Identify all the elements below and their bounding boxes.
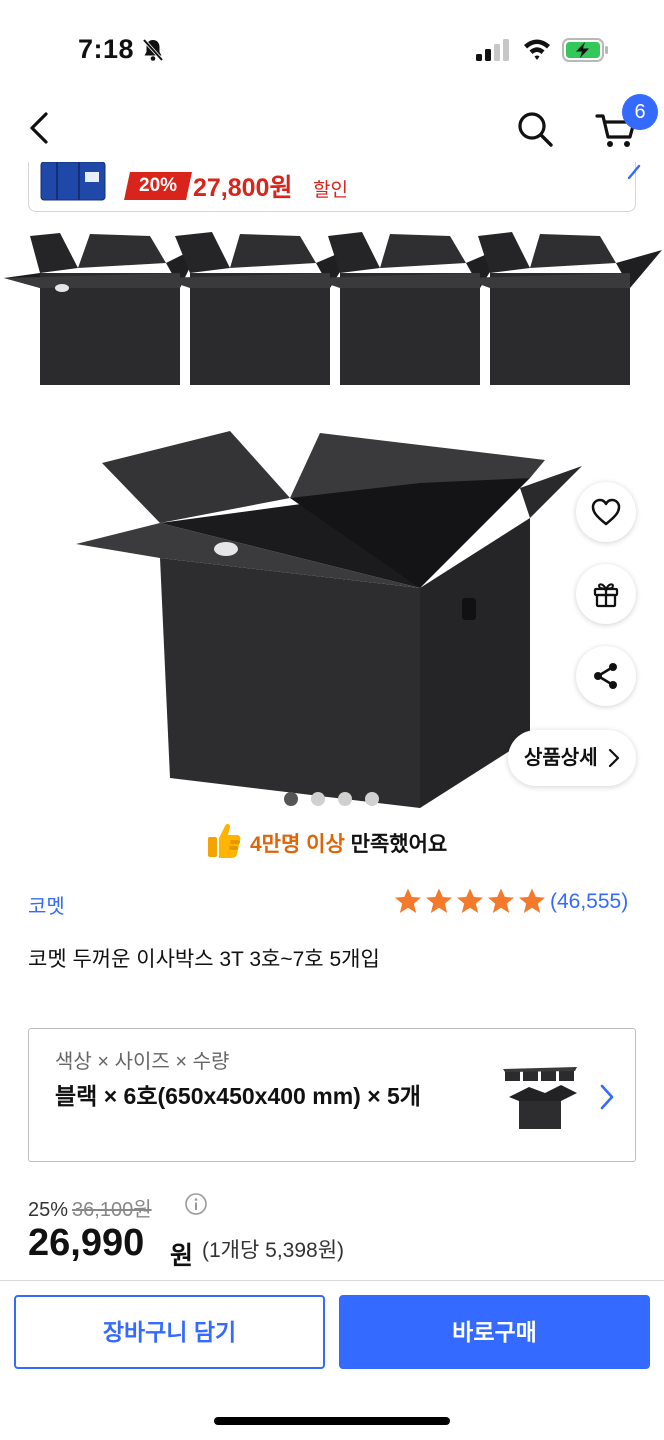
original-price: 36,100원 [72, 1199, 152, 1221]
product-image-gallery[interactable] [0, 218, 664, 818]
thumbs-up-icon [208, 823, 241, 858]
gallery-dot-3[interactable] [338, 792, 352, 806]
product-detail-button[interactable]: 상품상세 [508, 730, 636, 786]
option-thumbnail [503, 1067, 577, 1129]
gallery-dot-4[interactable] [365, 792, 379, 806]
option-value: 블랙 × 6호(650x450x400 mm) × 5개 [55, 1083, 421, 1109]
cart-count-badge: 6 [622, 94, 658, 130]
chevron-right-icon [600, 1084, 614, 1110]
nav-bar: 6 [0, 94, 664, 162]
chevron-left-icon[interactable] [24, 110, 56, 146]
signal-icon [476, 39, 509, 61]
option-label: 색상 × 사이즈 × 수량 [55, 1051, 230, 1073]
option-selector[interactable]: 색상 × 사이즈 × 수량 블랙 × 6호(650x450x400 mm) × … [28, 1028, 636, 1162]
star-icon [395, 888, 421, 913]
star-icon [519, 888, 545, 913]
gift-icon [593, 583, 619, 608]
gallery-dot-1[interactable] [284, 792, 298, 806]
chevron-right-icon [608, 748, 620, 768]
satisfaction-message: 만족했어요 [344, 833, 448, 856]
product-title: 코멧 두꺼운 이사박스 3T 3호~7호 5개입 [28, 948, 380, 971]
home-indicator[interactable] [214, 1417, 450, 1425]
small-box-1 [4, 233, 200, 385]
wifi-icon [524, 39, 550, 60]
small-box-4 [462, 232, 662, 385]
promo-price: 27,800원 [193, 174, 293, 202]
brand-link[interactable]: 코멧 [28, 890, 65, 919]
review-count[interactable]: (46,555) [550, 890, 628, 914]
share-icon [594, 663, 617, 689]
unit-price: (1개당 5,398원) [202, 1239, 345, 1262]
discount-rate: 25% [28, 1199, 69, 1221]
wishlist-button[interactable] [576, 482, 636, 542]
satisfaction-highlight: 4만명 이상 [250, 833, 345, 856]
add-to-cart-button[interactable]: 장바구니 담기 [14, 1295, 325, 1369]
product-image [4, 232, 662, 808]
status-time: 7:18 [78, 34, 135, 64]
sale-currency: 원 [170, 1242, 194, 1270]
promo-suffix: 할인 [313, 180, 348, 201]
bottom-action-bar: 장바구니 담기 바로구매 [0, 1280, 664, 1440]
chevron-right-icon[interactable] [625, 162, 645, 182]
satisfaction-text: 4만명 이상 만족했어요 [250, 828, 447, 858]
discount-row: 25% 36,100원 [28, 1193, 152, 1222]
info-icon[interactable] [184, 1192, 208, 1216]
satisfaction-banner: 4만명 이상 만족했어요 [0, 818, 664, 864]
promo-banner[interactable]: 20% 27,800원 할인 [28, 162, 641, 212]
gift-button[interactable] [576, 564, 636, 624]
product-detail-label: 상품상세 [524, 747, 598, 769]
battery-charging-icon [562, 38, 608, 62]
small-box-2 [160, 232, 356, 385]
star-icon [488, 888, 514, 913]
promo-product-thumbnail [40, 162, 106, 201]
star-icon [426, 888, 452, 913]
small-box-3 [310, 232, 506, 385]
promo-discount-badge: 20% [124, 172, 193, 200]
share-button[interactable] [576, 646, 636, 706]
buy-now-button[interactable]: 바로구매 [339, 1295, 650, 1369]
search-icon[interactable] [514, 108, 556, 150]
heart-icon [591, 498, 621, 526]
sale-price: 26,990 [28, 1222, 145, 1264]
bell-slash-icon [142, 38, 164, 62]
star-icon [457, 888, 483, 913]
gallery-dot-2[interactable] [311, 792, 325, 806]
large-box [76, 431, 582, 808]
status-bar: 7:18 [0, 0, 664, 96]
